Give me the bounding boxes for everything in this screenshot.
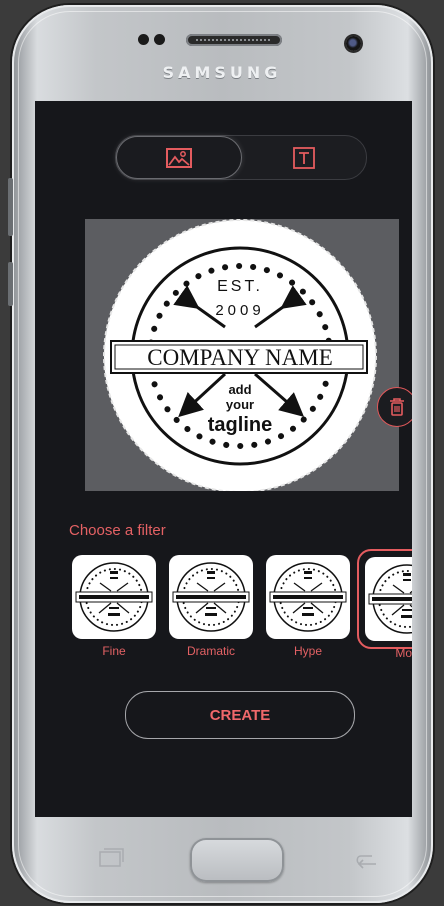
tagline-line1: add (228, 382, 251, 397)
filter-heading: Choose a filter (69, 522, 166, 539)
sensor-dot (154, 34, 165, 45)
filter-thumbnail (169, 555, 253, 639)
logo-thumbnail (368, 564, 412, 634)
filter-option[interactable]: Fine (72, 555, 156, 658)
logo-preview[interactable]: EST. 2009 COMPANY NAME add your tagline (85, 219, 399, 493)
device-brand: SAMSUNG (162, 63, 282, 82)
create-button[interactable]: CREATE (125, 691, 355, 739)
filter-option[interactable]: Hype (266, 555, 350, 658)
filter-thumbnail (365, 557, 412, 641)
company-name-text: COMPANY NAME (147, 345, 333, 370)
trash-icon (390, 398, 404, 416)
logo-thumbnail (75, 562, 153, 632)
image-icon (166, 147, 192, 168)
tagline-line2: your (226, 397, 254, 412)
text-mode-tab[interactable] (241, 136, 366, 179)
bixby-button (8, 262, 13, 306)
logo-thumbnail (172, 562, 250, 632)
filter-option[interactable]: Dramatic (169, 555, 253, 658)
filter-thumbnail (266, 555, 350, 639)
recent-apps-icon (99, 848, 124, 867)
recent-apps-button[interactable] (96, 848, 126, 870)
filter-option-selected[interactable]: Moo (357, 549, 412, 660)
est-text: EST. (217, 278, 263, 295)
logo-badge: EST. 2009 COMPANY NAME add your tagline (103, 219, 377, 493)
back-icon (356, 855, 376, 869)
back-button[interactable] (352, 848, 382, 870)
logo-thumbnail (269, 562, 347, 632)
year-text: 2009 (215, 302, 264, 319)
volume-button (8, 178, 13, 236)
filter-label: Hype (293, 644, 322, 658)
image-mode-tab[interactable] (116, 136, 242, 179)
sensor-dot (138, 34, 149, 45)
text-icon (292, 146, 315, 169)
mode-toggle (115, 135, 367, 180)
front-camera (346, 36, 361, 51)
tagline-line3: tagline (208, 414, 272, 436)
filter-strip: Fine Dramatic Hype Moo (35, 549, 412, 665)
earpiece-speaker (186, 34, 282, 46)
filter-label: Moo (395, 646, 412, 660)
app-screen: EST. 2009 COMPANY NAME add your tagline … (35, 101, 412, 817)
filter-label: Fine (102, 644, 126, 658)
filter-label: Dramatic (186, 644, 235, 658)
home-button[interactable] (190, 838, 284, 882)
filter-thumbnail (72, 555, 156, 639)
delete-button[interactable] (377, 387, 412, 427)
